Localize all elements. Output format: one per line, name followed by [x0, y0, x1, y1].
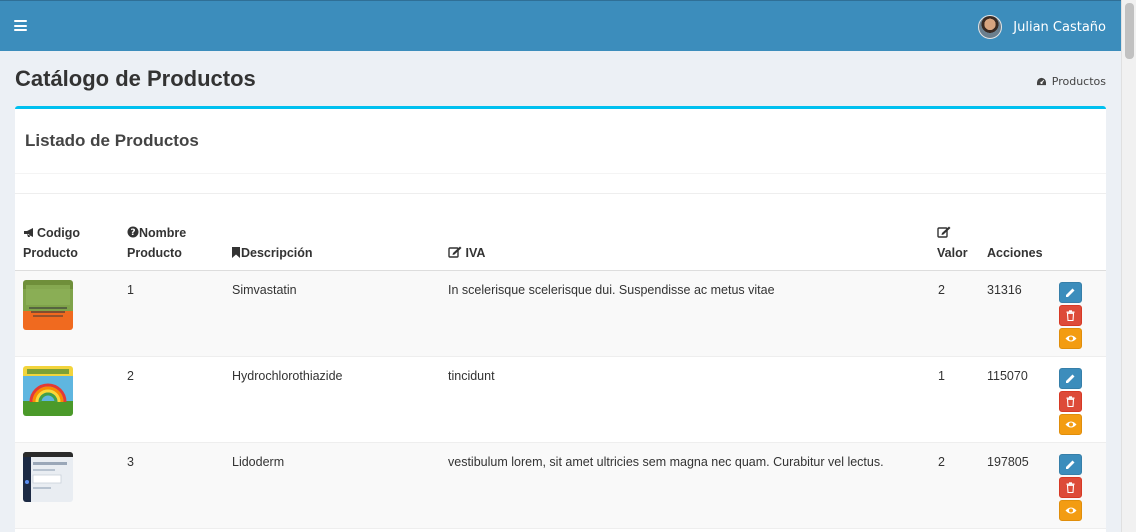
divider: [15, 173, 1106, 174]
delete-button[interactable]: [1059, 477, 1082, 498]
cell-descripcion: tincidunt: [448, 369, 495, 383]
trash-icon: [1066, 482, 1075, 493]
product-image: [23, 280, 73, 330]
bookmark-icon: [232, 247, 240, 258]
cell-valor: 115070: [987, 369, 1028, 383]
table-row: 2 Hydrochlorothiazide tincidunt 1 115070: [15, 357, 1106, 443]
eye-icon: [1065, 335, 1077, 342]
box-title: Listado de Productos: [25, 131, 199, 150]
cell-nombre: Simvastatin: [232, 283, 297, 297]
cell-codigo: 3: [127, 455, 134, 469]
bullhorn-icon: [24, 228, 33, 237]
column-header-codigo[interactable]: Codigo Producto: [23, 223, 80, 263]
cell-iva: 1: [938, 369, 945, 383]
svg-text:?: ?: [130, 228, 135, 238]
top-navbar: Julian Castaño: [0, 0, 1121, 51]
cell-codigo: 2: [127, 369, 134, 383]
cell-nombre: Lidoderm: [232, 455, 285, 469]
edit-button[interactable]: [1059, 368, 1082, 389]
row-actions: [1059, 454, 1083, 523]
column-header-iva[interactable]: IVA: [448, 243, 485, 263]
vertical-scrollbar[interactable]: [1121, 0, 1136, 532]
eye-icon: [1065, 507, 1077, 514]
question-circle-icon: ?: [127, 226, 139, 238]
cell-iva: 2: [938, 455, 945, 469]
view-button[interactable]: [1059, 500, 1082, 521]
row-actions: [1059, 282, 1083, 351]
column-header-acciones[interactable]: Acciones: [987, 243, 1043, 263]
product-image: [23, 366, 73, 416]
cell-valor: 31316: [987, 283, 1022, 297]
cell-nombre: Hydrochlorothiazide: [232, 369, 343, 383]
eye-icon: [1065, 421, 1077, 428]
edit-icon: [937, 226, 951, 238]
delete-button[interactable]: [1059, 391, 1082, 412]
delete-button[interactable]: [1059, 305, 1082, 326]
trash-icon: [1066, 396, 1075, 407]
dashboard-icon: [1036, 77, 1046, 86]
row-actions: [1059, 368, 1083, 437]
divider: [15, 193, 1106, 194]
product-image: [23, 452, 73, 502]
edit-icon: [448, 246, 462, 258]
column-header-nombre[interactable]: ? Nombre Producto: [127, 223, 186, 263]
edit-button[interactable]: [1059, 454, 1082, 475]
column-header-valor[interactable]: Valor: [937, 223, 968, 263]
trash-icon: [1066, 310, 1075, 321]
page-title: Catálogo de Productos: [15, 66, 256, 91]
table-row: 3 Lidoderm vestibulum lorem, sit amet ul…: [15, 443, 1106, 529]
pencil-icon: [1066, 288, 1075, 297]
cell-descripcion: vestibulum lorem, sit amet ultricies sem…: [448, 455, 884, 469]
products-box: Listado de Productos Codigo Producto ? No…: [15, 106, 1106, 532]
pencil-icon: [1066, 374, 1075, 383]
cell-iva: 2: [938, 283, 945, 297]
cell-codigo: 1: [127, 283, 134, 297]
column-header-descripcion[interactable]: Descripción: [231, 243, 313, 263]
hamburger-icon[interactable]: [14, 20, 27, 31]
scrollbar-thumb[interactable]: [1125, 3, 1134, 59]
cell-descripcion: In scelerisque scelerisque dui. Suspendi…: [448, 283, 775, 297]
pencil-icon: [1066, 460, 1075, 469]
breadcrumb[interactable]: Productos: [1036, 75, 1106, 88]
edit-button[interactable]: [1059, 282, 1082, 303]
avatar: [978, 15, 1003, 39]
breadcrumb-item-productos[interactable]: Productos: [1052, 75, 1106, 88]
view-button[interactable]: [1059, 328, 1082, 349]
view-button[interactable]: [1059, 414, 1082, 435]
user-name: Julian Castaño: [1013, 19, 1106, 35]
cell-valor: 197805: [987, 455, 1029, 469]
table-row: 1 Simvastatin In scelerisque scelerisque…: [15, 271, 1106, 357]
user-menu[interactable]: Julian Castaño: [978, 15, 1106, 39]
